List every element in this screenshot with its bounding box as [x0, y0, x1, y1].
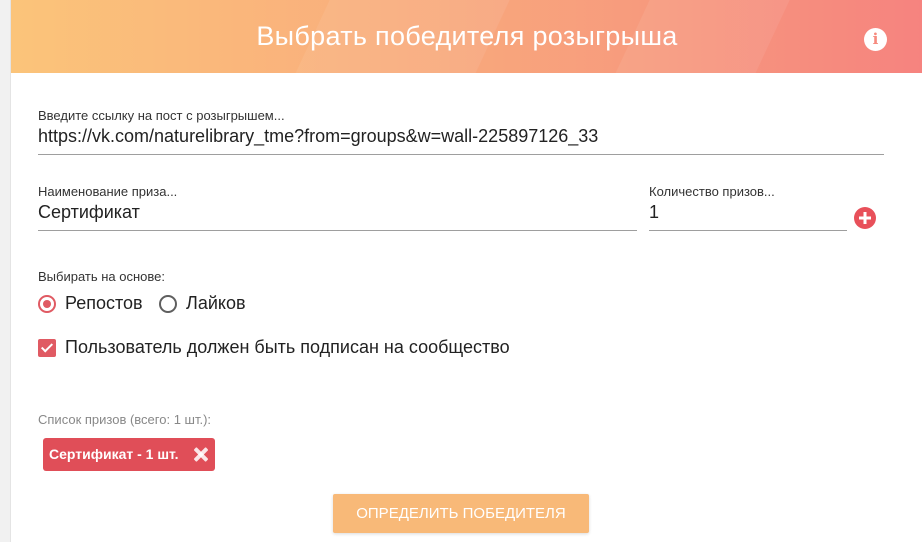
page-title: Выбрать победителя розыгрыша — [256, 21, 678, 51]
giveaway-card: Выбрать победителя розыгрыша i Введите с… — [10, 0, 922, 542]
prize-count-label: Количество призов... — [649, 184, 775, 199]
radio-reposts[interactable] — [38, 295, 56, 313]
header-bar: Выбрать победителя розыгрыша i — [11, 0, 922, 73]
prize-chip: Сертификат - 1 шт. — [43, 438, 215, 471]
info-icon[interactable]: i — [864, 28, 887, 51]
radio-likes-label[interactable]: Лайков — [186, 293, 246, 314]
close-icon[interactable] — [192, 446, 209, 463]
radio-likes[interactable] — [159, 295, 177, 313]
subscribed-checkbox[interactable] — [38, 339, 56, 357]
basis-label: Выбирать на основе: — [38, 269, 165, 284]
subscribed-checkbox-label[interactable]: Пользователь должен быть подписан на соо… — [65, 337, 510, 358]
plus-circle-icon[interactable] — [854, 207, 876, 229]
radio-reposts-label[interactable]: Репостов — [65, 293, 143, 314]
post-link-input[interactable] — [38, 123, 884, 155]
determine-winner-button[interactable]: ОПРЕДЕЛИТЬ ПОБЕДИТЕЛЯ — [333, 494, 589, 533]
prize-count-input[interactable] — [649, 199, 847, 231]
prize-name-input[interactable] — [38, 199, 637, 231]
post-link-label: Введите ссылку на пост с розыгрышем... — [38, 108, 285, 123]
prize-list-label: Список призов (всего: 1 шт.): — [38, 412, 212, 427]
prize-name-label: Наименование приза... — [38, 184, 178, 199]
prize-chip-label: Сертификат - 1 шт. — [49, 446, 179, 462]
